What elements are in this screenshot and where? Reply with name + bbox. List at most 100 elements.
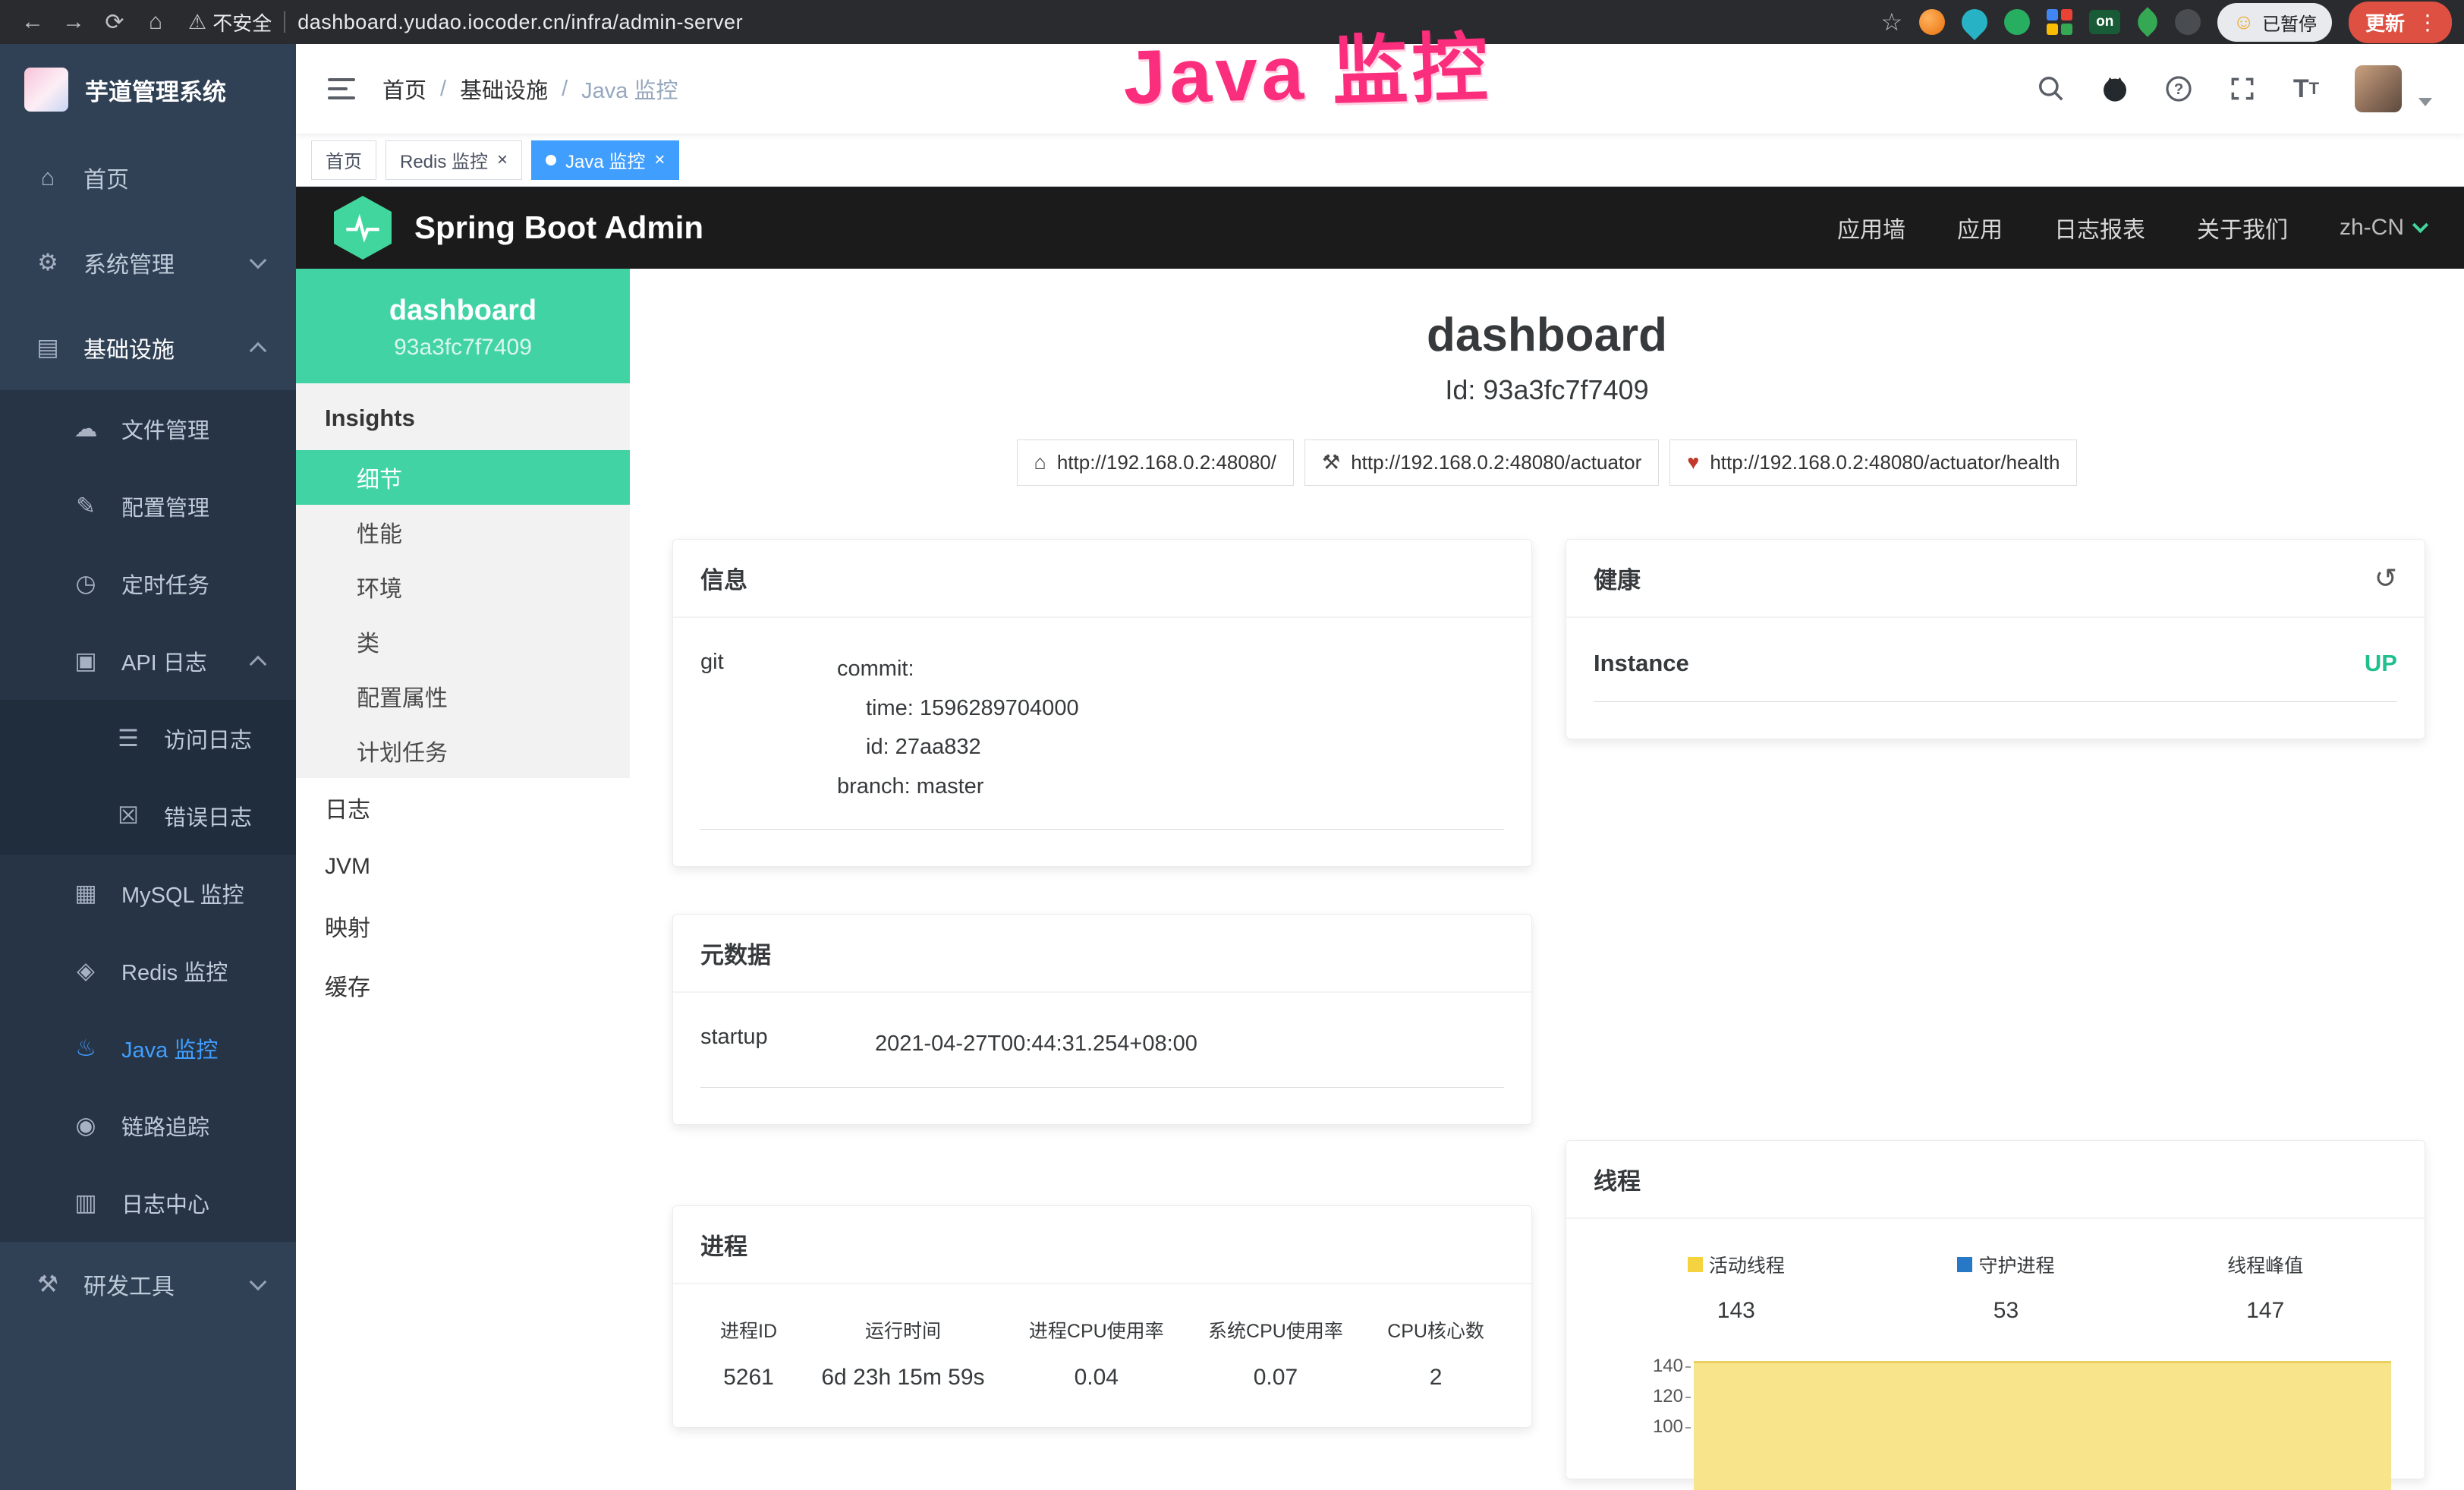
git-id-line: id: 27aa832 — [837, 728, 1079, 767]
legend-peak-threads: 线程峰值 147 — [2227, 1251, 2303, 1324]
github-icon[interactable] — [2100, 74, 2130, 104]
health-url-link[interactable]: ♥ http://192.168.0.2:48080/actuator/heal… — [1669, 439, 2077, 486]
tab-redis-monitor[interactable]: Redis 监控 × — [385, 140, 522, 180]
log-center-icon: ▥ — [70, 1189, 102, 1217]
sidebar-item-file-manage[interactable]: ☁ 文件管理 — [0, 390, 296, 468]
browser-update-button[interactable]: 更新 ⋮ — [2349, 2, 2452, 43]
sba-item-label: 缓存 — [325, 969, 370, 1002]
help-icon[interactable]: ? — [2163, 74, 2194, 104]
tab-close-icon[interactable]: × — [654, 151, 665, 169]
sidebar-item-error-log[interactable]: ☒ 错误日志 — [0, 777, 296, 855]
health-instance-row[interactable]: Instance UP — [1594, 650, 2397, 702]
active-dot — [546, 155, 556, 165]
sba-item-performance[interactable]: 性能 — [296, 505, 630, 559]
instance-header[interactable]: dashboard 93a3fc7f7409 — [296, 269, 630, 383]
kebab-menu-icon[interactable]: ⋮ — [2417, 10, 2438, 35]
sba-nav-applications[interactable]: 应用 — [1957, 211, 2003, 244]
stat-value: 2 — [1387, 1365, 1484, 1391]
stat-label: 系统CPU使用率 — [1208, 1316, 1343, 1344]
insights-label: Insights — [296, 383, 630, 450]
sba-nav-wallboard[interactable]: 应用墙 — [1837, 211, 1905, 244]
sidebar-item-log-center[interactable]: ▥ 日志中心 — [0, 1164, 296, 1242]
hamburger-icon[interactable] — [328, 78, 355, 99]
app-logo[interactable]: 芋道管理系统 — [0, 44, 296, 135]
sidebar-item-label: 错误日志 — [164, 800, 252, 832]
sidebar-item-label: 日志中心 — [121, 1187, 209, 1219]
on-badge-extension-icon[interactable]: on — [2089, 10, 2120, 34]
sidebar-item-api-log[interactable]: ▣ API 日志 — [0, 622, 296, 700]
service-url-link[interactable]: ⌂ http://192.168.0.2:48080/ — [1017, 439, 1294, 486]
sba-item-mappings[interactable]: 映射 — [296, 896, 630, 956]
breadcrumb-home[interactable]: 首页 — [382, 73, 426, 105]
search-icon[interactable] — [2036, 74, 2066, 104]
sba-item-caches[interactable]: 缓存 — [296, 956, 630, 1015]
font-size-icon[interactable]: TT — [2291, 74, 2321, 104]
security-label[interactable]: 不安全 — [212, 8, 272, 36]
yellow-swatch-icon — [1688, 1257, 1703, 1272]
chevron-up-icon — [250, 342, 267, 360]
git-branch-line: branch: master — [837, 767, 1079, 807]
spring-boot-admin-logo[interactable] — [334, 196, 392, 260]
sidebar-item-access-log[interactable]: ☰ 访问日志 — [0, 700, 296, 777]
instance-id: 93a3fc7f7409 — [296, 335, 630, 361]
sidebar-item-infra[interactable]: ▤ 基础设施 — [0, 305, 296, 390]
sba-item-environment[interactable]: 环境 — [296, 559, 630, 614]
leaf-extension-icon[interactable] — [2133, 7, 2163, 37]
tools-icon: ⚒ — [32, 1271, 64, 1298]
edit-icon: ✎ — [70, 493, 102, 520]
sidebar-item-system[interactable]: ⚙ 系统管理 — [0, 220, 296, 305]
dashboard-icon: ⌂ — [32, 164, 64, 191]
profile-paused-badge[interactable]: ☺ 已暂停 — [2217, 3, 2332, 42]
sba-item-details[interactable]: 细节 — [296, 450, 630, 505]
tab-home[interactable]: 首页 — [311, 140, 376, 180]
history-icon[interactable]: ↺ — [2374, 565, 2397, 592]
sidebar-item-scheduled-job[interactable]: ◷ 定时任务 — [0, 545, 296, 622]
sba-item-classes[interactable]: 类 — [296, 614, 630, 669]
sba-nav-journal[interactable]: 日志报表 — [2054, 211, 2145, 244]
sidebar-item-label: 首页 — [83, 161, 129, 194]
card-body: startup 2021-04-27T00:44:31.254+08:00 — [673, 993, 1531, 1124]
sba-item-logs[interactable]: 日志 — [296, 778, 630, 837]
sba-item-scheduled-tasks[interactable]: 计划任务 — [296, 723, 630, 778]
address-url[interactable]: dashboard.yudao.iocoder.cn/infra/admin-s… — [297, 11, 743, 34]
actuator-url-link[interactable]: ⚒ http://192.168.0.2:48080/actuator — [1304, 439, 1659, 486]
app-title: 芋道管理系统 — [85, 73, 226, 107]
sidebar-item-config-manage[interactable]: ✎ 配置管理 — [0, 468, 296, 545]
sidebar-item-label: 系统管理 — [83, 246, 175, 279]
green-extension-icon[interactable] — [2004, 9, 2030, 35]
sidebar-item-redis-monitor[interactable]: ◈ Redis 监控 — [0, 932, 296, 1010]
stat-cpu-cores: CPU核心数 2 — [1387, 1316, 1484, 1391]
heart-icon: ♥ — [1687, 451, 1699, 474]
grid-extension-icon[interactable] — [2047, 9, 2072, 35]
sba-brand-title[interactable]: Spring Boot Admin — [414, 209, 703, 246]
forward-icon[interactable]: → — [53, 9, 94, 35]
sidebar-item-java-monitor[interactable]: ♨ Java 监控 — [0, 1010, 296, 1087]
fullscreen-icon[interactable] — [2227, 74, 2258, 104]
sba-nav-about[interactable]: 关于我们 — [2197, 211, 2288, 244]
user-avatar[interactable] — [2355, 65, 2402, 112]
bookmark-star-icon[interactable]: ☆ — [1880, 8, 1902, 36]
chevron-down-icon — [250, 1274, 267, 1291]
back-icon[interactable]: ← — [12, 9, 53, 35]
sba-item-jvm[interactable]: JVM — [296, 837, 630, 896]
breadcrumb-infra[interactable]: 基础设施 — [460, 73, 548, 105]
card-title-text: 健康 — [1594, 561, 1641, 595]
sba-item-config-props[interactable]: 配置属性 — [296, 669, 630, 723]
reload-icon[interactable]: ⟳ — [94, 9, 135, 36]
sidebar-item-devtools[interactable]: ⚒ 研发工具 — [0, 1242, 296, 1327]
sidebar-item-trace[interactable]: ◉ 链路追踪 — [0, 1087, 296, 1164]
avatar-caret-icon[interactable] — [2418, 98, 2432, 106]
drop-extension-icon[interactable] — [1956, 4, 1993, 40]
sidebar-item-home[interactable]: ⌂ 首页 — [0, 135, 296, 220]
breadcrumb: 首页 / 基础设施 / Java 监控 — [382, 73, 678, 105]
tab-close-icon[interactable]: × — [497, 151, 508, 169]
locale-select[interactable]: zh-CN — [2340, 215, 2426, 241]
puzzle-extension-icon[interactable] — [2175, 9, 2201, 35]
clock-icon: ◷ — [70, 570, 102, 597]
fox-extension-icon[interactable] — [1919, 9, 1945, 35]
sidebar-item-mysql-monitor[interactable]: ▦ MySQL 监控 — [0, 855, 296, 932]
browser-home-icon[interactable]: ⌂ — [135, 9, 176, 35]
sba-item-label: 映射 — [325, 909, 370, 943]
tab-java-monitor[interactable]: Java 监控 × — [531, 140, 679, 180]
tab-label: Java 监控 — [565, 146, 645, 173]
